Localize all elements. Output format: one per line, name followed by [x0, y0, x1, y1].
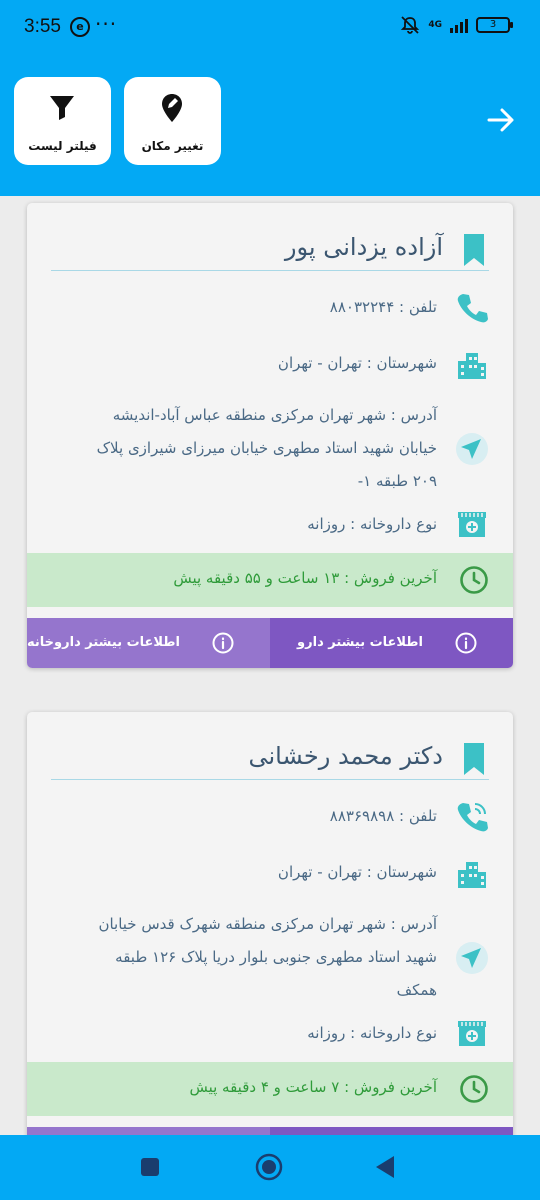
phone-icon [457, 294, 488, 323]
battery-icon: 3 [476, 17, 513, 33]
phone-text: تلفن : ۸۸۳۶۹۸۹۸ [329, 807, 437, 825]
more-pharmacy-info-button[interactable]: اطلاعات بیشتر داروخانه [27, 618, 270, 668]
mute-icon [401, 16, 420, 34]
pharmacy-type-row: نوع داروخانه : روزانه [51, 508, 489, 542]
address-line: خیابان شهید استاد مطهری خیابان میرزای شی… [96, 439, 437, 457]
filter-list-button[interactable]: فیلتر لیست [14, 77, 111, 165]
more-notifications-icon: ··· [95, 12, 118, 36]
location-pin-icon [162, 94, 182, 122]
pharmacy-store-icon [458, 512, 486, 537]
address-line: آدرس : شهر تهران مرکزی منطقه عباس آباد-ا… [112, 406, 437, 424]
address-row: آدرس : شهر تهران مرکزی منطقه عباس آباد-ا… [51, 399, 489, 499]
change-location-button[interactable]: تغییر مکان [124, 77, 221, 165]
pharmacy-card: آزاده یزدانی پور تلفن : ۸۸۰۳۲۲۴۴ شهرستان… [27, 203, 513, 668]
more-pharmacy-info-label: اطلاعات بیشتر داروخانه [27, 635, 180, 650]
navigation-icon [456, 942, 488, 974]
card-actions: اطلاعات بیشتر دارو اطلاعات بیشتر داروخان… [27, 618, 513, 668]
app-header: فیلتر لیست تغییر مکان [0, 56, 540, 196]
filter-list-label: فیلتر لیست [28, 139, 97, 153]
address-text: آدرس : شهر تهران مرکزی منطقه شهرک قدس خی… [51, 908, 437, 1007]
back-arrow-icon[interactable] [486, 105, 516, 135]
city-row: شهرستان : تهران - تهران [51, 347, 489, 381]
card-title-row: آزاده یزدانی پور [51, 231, 489, 271]
city-text: شهرستان : تهران - تهران [277, 863, 437, 881]
pharmacy-card: دکتر محمد رخشانی تلفن : ۸۸۳۶۹۸۹۸ شهرستان… [27, 712, 513, 1172]
more-drug-info-label: اطلاعات بیشتر دارو [297, 635, 423, 650]
pharmacy-type-text: نوع داروخانه : روزانه [307, 1024, 437, 1042]
filter-icon [50, 96, 74, 120]
app-e-icon: e [70, 17, 90, 37]
phone-text: تلفن : ۸۸۰۳۲۲۴۴ [329, 298, 437, 316]
info-icon [455, 632, 477, 654]
address-text: آدرس : شهر تهران مرکزی منطقه عباس آباد-ا… [51, 399, 437, 498]
clock-icon [460, 566, 488, 594]
change-location-label: تغییر مکان [141, 139, 204, 153]
pharmacy-name: آزاده یزدانی پور [284, 233, 443, 261]
pharmacy-type-text: نوع داروخانه : روزانه [307, 515, 437, 533]
clock-icon [460, 1075, 488, 1103]
pharmacy-name: دکتر محمد رخشانی [248, 742, 443, 770]
recents-square-icon[interactable] [140, 1157, 160, 1177]
city-row: شهرستان : تهران - تهران [51, 856, 489, 890]
address-row: آدرس : شهر تهران مرکزی منطقه شهرک قدس خی… [51, 908, 489, 1008]
status-bar: 3:55 e ··· 4G 3 [0, 0, 540, 56]
address-line: ۲۰۹ طبقه ۱- [357, 472, 437, 490]
status-time: 3:55 [24, 16, 61, 37]
signal-icon [450, 17, 468, 33]
info-icon [212, 632, 234, 654]
address-line: همکف [396, 981, 437, 999]
pharmacy-type-row: نوع داروخانه : روزانه [51, 1017, 489, 1051]
back-triangle-icon[interactable] [374, 1155, 396, 1179]
last-sale-text: آخرین فروش : ۱۳ ساعت و ۵۵ دقیقه پیش [173, 569, 437, 587]
more-drug-info-button[interactable]: اطلاعات بیشتر دارو [270, 618, 513, 668]
card-title-row: دکتر محمد رخشانی [51, 740, 489, 780]
last-sale-bar: آخرین فروش : ۷ ساعت و ۴ دقیقه پیش [27, 1062, 513, 1116]
phone-call-icon [457, 803, 488, 832]
last-sale-text: آخرین فروش : ۷ ساعت و ۴ دقیقه پیش [189, 1078, 437, 1096]
address-line: شهید استاد مطهری جنوبی بلوار دریا پلاک ۱… [115, 948, 437, 966]
phone-row[interactable]: تلفن : ۸۸۳۶۹۸۹۸ [51, 800, 489, 834]
last-sale-bar: آخرین فروش : ۱۳ ساعت و ۵۵ دقیقه پیش [27, 553, 513, 607]
building-icon [458, 862, 486, 888]
bookmark-icon[interactable] [463, 742, 485, 776]
phone-row[interactable]: تلفن : ۸۸۰۳۲۲۴۴ [51, 291, 489, 325]
city-text: شهرستان : تهران - تهران [277, 354, 437, 372]
navigation-icon [456, 433, 488, 465]
building-icon [458, 353, 486, 379]
status-right: 4G 3 [400, 15, 513, 35]
home-circle-icon[interactable] [254, 1152, 284, 1182]
battery-level: 3 [489, 19, 497, 30]
address-line: آدرس : شهر تهران مرکزی منطقه شهرک قدس خی… [98, 915, 437, 933]
pharmacy-store-icon [458, 1021, 486, 1046]
network-type: 4G [428, 19, 442, 30]
bookmark-icon[interactable] [463, 233, 485, 267]
system-nav-bar [0, 1135, 540, 1200]
